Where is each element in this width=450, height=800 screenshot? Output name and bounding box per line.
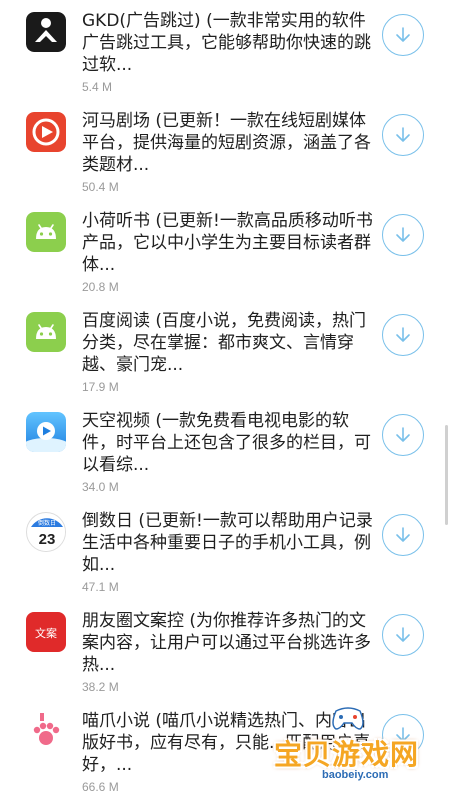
app-title: 百度阅读 (百度小说，免费阅读，热门分类，尽在掌握：都市爽文、言情穿越、豪门宠.… [82, 311, 367, 375]
download-arrow-icon [396, 627, 410, 642]
download-arrow-icon [396, 527, 410, 542]
app-size: 50.4 M [82, 180, 119, 194]
download-arrow-icon [396, 127, 410, 142]
download-arrow-icon [396, 227, 410, 242]
download-button[interactable] [382, 514, 424, 556]
app-title: 河马剧场 (已更新！一款在线短剧媒体平台，提供海量的短剧资源，涵盖了各类题材..… [82, 111, 371, 175]
app-title: 倒数日 (已更新!一款可以帮助用户记录生活中各种重要日子的手机小工具，例如... [82, 511, 373, 575]
download-arrow-icon [396, 327, 410, 342]
list-item[interactable]: 天空视频 (一款免费看电视电影的软件，时平台上还包含了很多的栏目，可以看综...… [0, 400, 450, 498]
copy-icon-text: 文案 [35, 626, 57, 640]
copywriting-icon: 文案 [26, 612, 66, 652]
scrollbar[interactable] [445, 425, 448, 525]
site-watermark: 宝贝游戏网 baobeiy.com [272, 705, 422, 785]
app-title: 天空视频 (一款免费看电视电影的软件，时平台上还包含了很多的栏目，可以看综... [82, 411, 371, 475]
download-arrow-icon [396, 27, 410, 42]
list-item[interactable]: 文案 朋友圈文案控 (为你推荐许多热门的文案内容，让用户可以通过平台挑选许多热.… [0, 600, 450, 698]
list-item[interactable]: 河马剧场 (已更新！一款在线短剧媒体平台，提供海量的短剧资源，涵盖了各类题材..… [0, 100, 450, 198]
app-list: GKD(广告跳过) (一款非常实用的软件广告跳过工具，它能够帮助你快速的跳过软.… [0, 0, 450, 800]
gkd-icon [26, 12, 66, 52]
calendar-day-text: 23 [39, 531, 56, 548]
download-button[interactable] [382, 214, 424, 256]
watermark-text: 宝贝游戏网 [274, 738, 420, 771]
app-title: 小荷听书 (已更新!一款高品质移动听书产品，它以中小学生为主要目标读者群体... [82, 211, 373, 275]
app-title: 朋友圈文案控 (为你推荐许多热门的文案内容，让用户可以通过平台挑选许多热... [82, 611, 371, 675]
hippo-theater-icon [26, 112, 66, 152]
list-item[interactable]: 倒数日 23 倒数日 (已更新!一款可以帮助用户记录生活中各种重要日子的手机小工… [0, 500, 450, 598]
app-size: 17.9 M [82, 380, 119, 394]
app-size: 34.0 M [82, 480, 119, 494]
android-icon [26, 312, 66, 352]
download-button[interactable] [382, 614, 424, 656]
list-item[interactable]: 百度阅读 (百度小说，免费阅读，热门分类，尽在掌握：都市爽文、言情穿越、豪门宠.… [0, 300, 450, 398]
app-size: 5.4 M [82, 80, 113, 94]
app-size: 20.8 M [82, 280, 119, 294]
app-size: 38.2 M [82, 680, 119, 694]
list-item[interactable]: 小荷听书 (已更新!一款高品质移动听书产品，它以中小学生为主要目标读者群体...… [0, 200, 450, 298]
list-item[interactable]: GKD(广告跳过) (一款非常实用的软件广告跳过工具，它能够帮助你快速的跳过软.… [0, 0, 450, 98]
app-title: GKD(广告跳过) (一款非常实用的软件广告跳过工具，它能够帮助你快速的跳过软.… [82, 11, 371, 75]
android-icon [26, 212, 66, 252]
download-button[interactable] [382, 114, 424, 156]
download-button[interactable] [382, 414, 424, 456]
download-button[interactable] [382, 314, 424, 356]
download-button[interactable] [382, 14, 424, 56]
app-size: 47.1 M [82, 580, 119, 594]
download-arrow-icon [396, 427, 410, 442]
gamepad-icon [332, 707, 364, 730]
watermark-url: baobeiy.com [322, 769, 389, 781]
app-size: 66.6 M [82, 780, 119, 794]
calendar-header-text: 倒数日 [38, 519, 56, 527]
cat-paw-icon [26, 712, 66, 752]
sky-video-icon [26, 412, 66, 452]
calendar-icon: 倒数日 23 [26, 512, 66, 552]
